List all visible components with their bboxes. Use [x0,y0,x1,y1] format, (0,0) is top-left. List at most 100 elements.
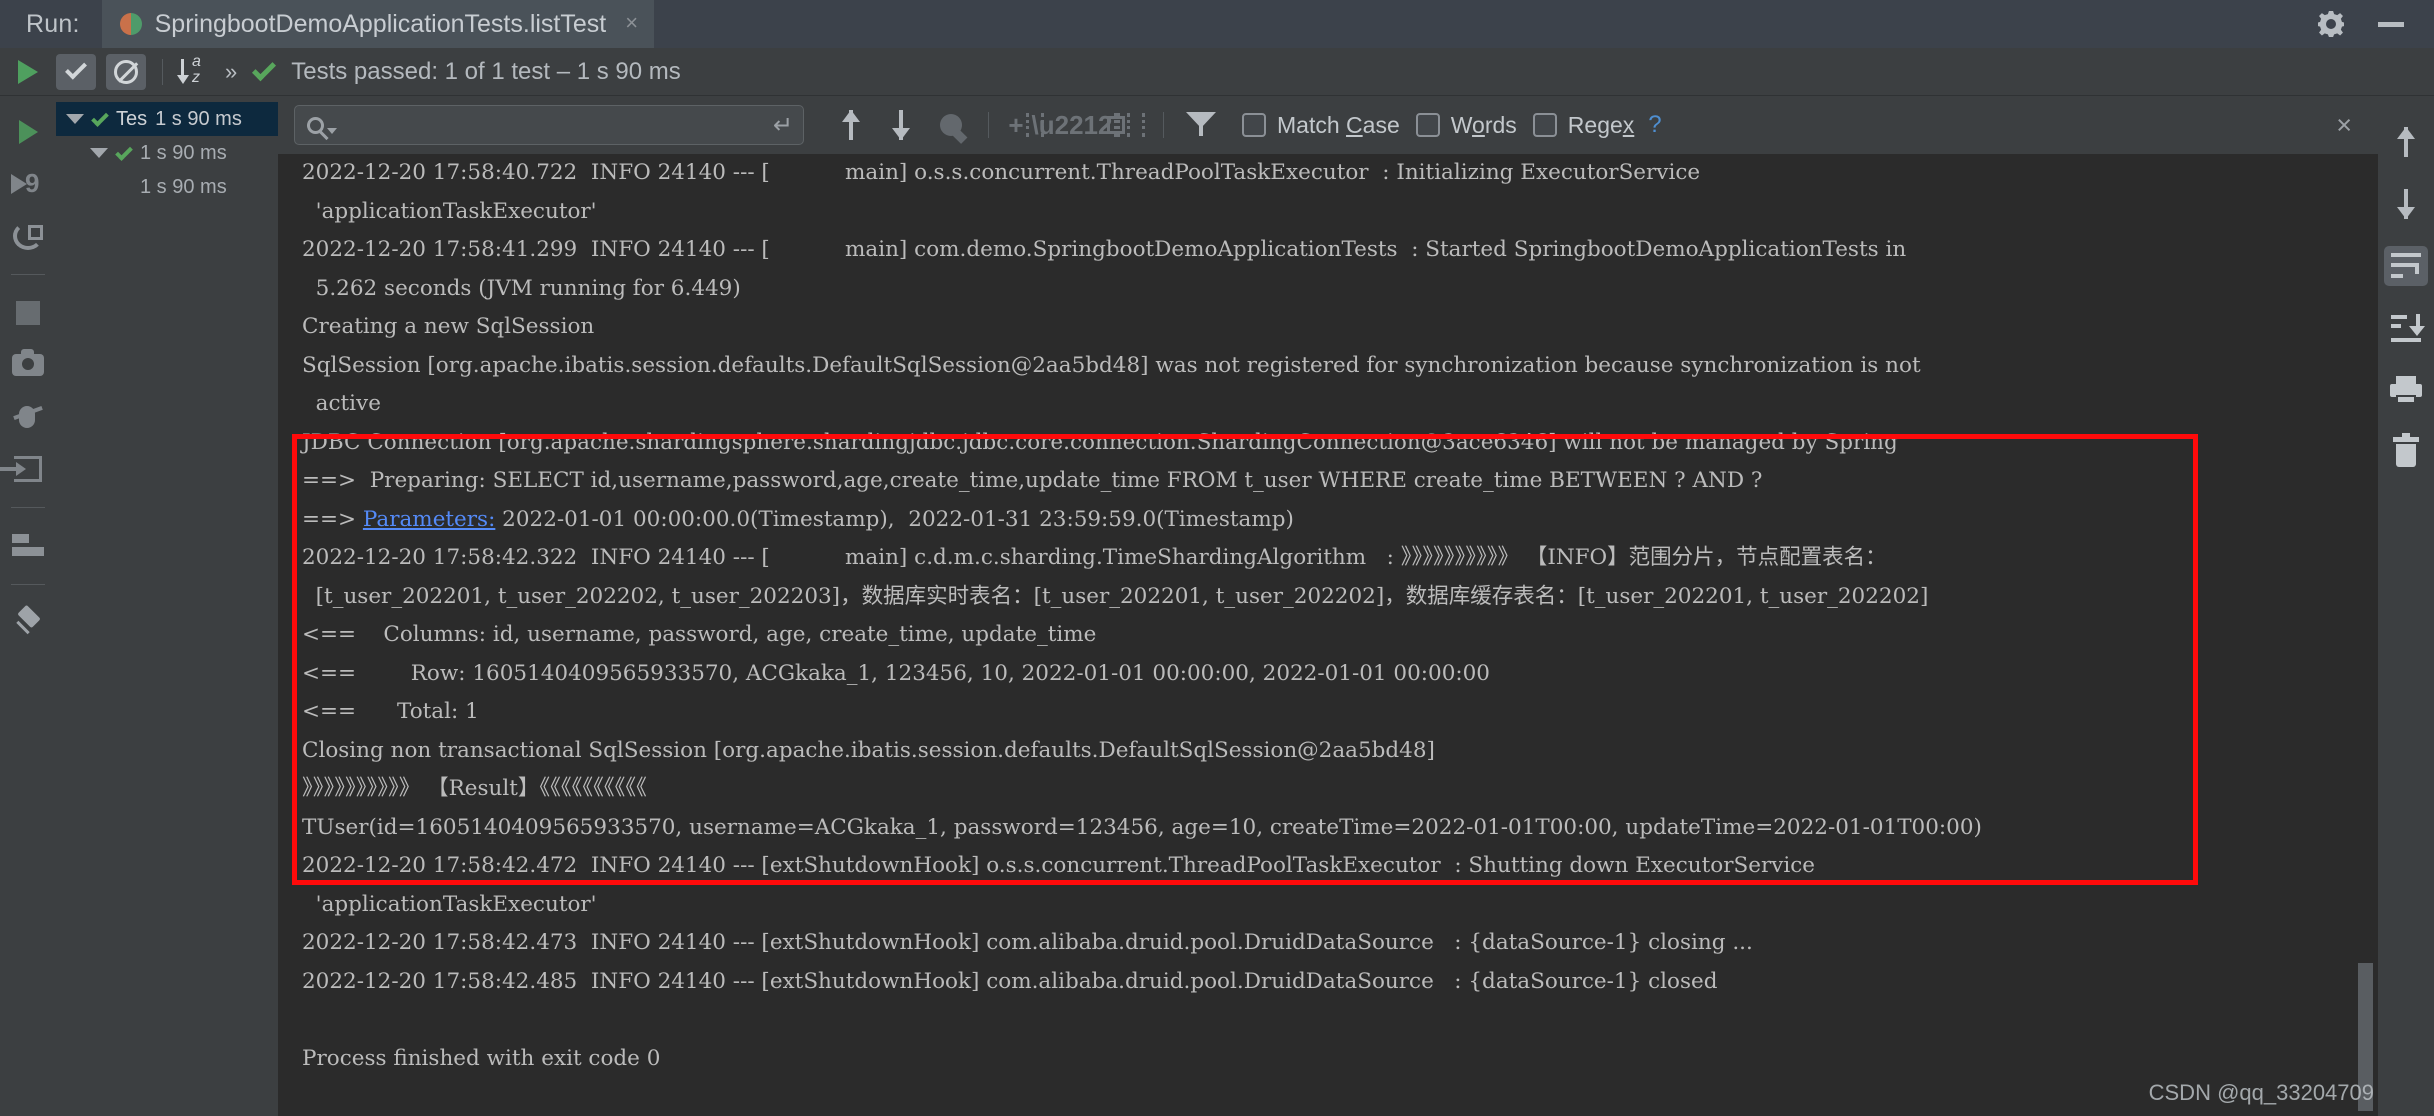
test-passed-icon [115,142,133,161]
console-text: 2022-01-01 00:00:00.0(Timestamp), 2022-0… [495,506,1294,532]
console-line: Process finished with exit code 0 [302,1045,661,1071]
regex-checkbox[interactable]: Regex [1532,111,1635,139]
console-line: <== Row: 1605140409565933570, ACGkaka_1,… [302,660,1490,686]
stop-icon[interactable] [10,295,46,331]
rerun-button[interactable] [0,59,56,84]
scroll-up-icon[interactable] [2384,122,2428,162]
console-line: 'applicationTaskExecutor' [302,891,597,917]
console-line: SqlSession [org.apache.ibatis.session.de… [302,352,1921,378]
console-line: 2022-12-20 17:58:42.322 INFO 24140 --- [… [302,545,1887,570]
close-icon[interactable]: × [619,10,640,39]
sort-alphabetically-icon[interactable]: az [177,53,213,89]
run-icon[interactable] [10,114,46,150]
test-tree-row-root[interactable]: Tes 1 s 90 ms [56,102,278,136]
filter-icon[interactable] [1176,103,1226,147]
console-line: [t_user_202201, t_user_202202, t_user_20… [302,583,1929,609]
console-line: TUser(id=1605140409565933570, username=A… [302,814,1982,840]
run-configuration-tab[interactable]: SpringbootDemoApplicationTests.listTest … [101,0,655,48]
console-line: 2022-12-20 17:58:42.485 INFO 24140 --- [… [302,968,1718,994]
rerun-failed-tests-icon[interactable] [10,166,46,202]
test-results-tree: Tes 1 s 90 ms 1 s 90 ms 1 s 90 ms [56,96,278,1116]
console-line: 2022-12-20 17:58:41.299 INFO 24140 --- [… [302,237,1907,262]
match-case-checkbox[interactable]: Match Case [1242,112,1400,139]
toggle-auto-test-icon[interactable] [10,218,46,254]
console-line: 》》》》》》》》》》 【Result】《《《《《《《《《《 [302,776,654,801]
gear-icon[interactable] [2318,11,2344,37]
console-line: Creating a new SqlSession [302,314,595,339]
window-buttons [2318,0,2434,48]
console-line: JDBC Connection [org.apache.shardingsphe… [302,429,1898,455]
checkbox-box[interactable] [1415,113,1440,137]
soft-wrap-icon[interactable] [2384,246,2428,286]
console-search-toolbar: ↵ + \u2212 Match Case Words Regex ? × [278,96,2378,154]
clear-all-icon[interactable] [2384,432,2428,472]
regex-label: Regex [1567,111,1635,138]
search-field[interactable]: ↵ [294,105,804,145]
checkbox-box[interactable] [1532,113,1557,137]
show-ignored-toggle[interactable] [106,53,146,90]
search-input[interactable] [337,113,773,137]
test-tree-duration: 1 s 90 ms [140,175,227,198]
tests-passed-icon [252,56,277,81]
close-search-icon[interactable]: × [2336,110,2378,141]
next-match-icon[interactable] [876,103,926,147]
console-line: ==> Parameters: 2022-01-01 00:00:00.0(Ti… [278,501,2378,540]
titlebar: Run: SpringbootDemoApplicationTests.list… [0,0,2434,48]
search-icon [307,116,324,134]
console-line: Closing non transactional SqlSession [or… [302,737,1435,763]
console-line: active [302,391,381,416]
scroll-down-icon[interactable] [2384,184,2428,224]
match-case-label: Match Case [1277,111,1400,138]
console-text: ==> [302,506,363,532]
test-tree-row-method[interactable]: 1 s 90 ms [56,170,278,204]
collapse-all-icon[interactable]: \u2212 [1032,103,1121,147]
previous-match-icon[interactable] [826,103,876,147]
run-window-label: Run: [26,9,80,38]
regex-help-icon[interactable]: ? [1648,111,1661,139]
console-line: <== Columns: id, username, password, age… [302,622,1097,647]
console-line: 2022-12-20 17:58:42.472 INFO 24140 --- [… [302,853,1816,878]
console-right-toolbar [2378,96,2434,1116]
camera-snapshot-icon[interactable] [10,347,46,383]
run-toolbar: az » Tests passed: 1 of 1 test – 1 s 90 … [0,48,2434,96]
layout-settings-icon[interactable] [10,528,46,564]
console-line: 'applicationTaskExecutor' [302,198,597,224]
console-output[interactable]: 2022-12-20 17:58:40.722 INFO 24140 --- [… [278,154,2378,1116]
tests-passed-status: Tests passed: 1 of 1 test – 1 s 90 ms [291,57,681,85]
select-all-occurrences-icon[interactable] [926,103,976,147]
watermark: CSDN @qq_33204709 [2148,1080,2374,1105]
minimize-icon[interactable] [2378,21,2404,27]
divider [11,584,45,585]
more-options-icon[interactable]: » [225,59,237,85]
junit-test-icon [119,13,142,35]
export-import-icon[interactable] [0,451,46,487]
run-tool-window: Run: SpringbootDemoApplicationTests.list… [0,0,2434,1116]
chevron-down-icon[interactable] [90,148,108,158]
test-passed-icon [91,108,109,127]
tab-title: SpringbootDemoApplicationTests.listTest [154,9,607,38]
select-lines-icon[interactable] [1101,103,1151,147]
debug-icon[interactable] [10,399,46,435]
checkbox-box[interactable] [1242,113,1266,137]
test-tree-row-class[interactable]: 1 s 90 ms [56,136,278,170]
chevron-down-icon[interactable] [66,114,84,124]
console-line: 2022-12-20 17:58:42.473 INFO 24140 --- [… [302,930,1753,955]
left-toolbar [0,96,56,1116]
console-line: 5.262 seconds (JVM running for 6.449) [302,275,741,301]
console-line: 2022-12-20 17:58:40.722 INFO 24140 --- [… [302,160,1701,185]
chevron-down-icon[interactable] [327,128,337,134]
scroll-to-end-icon[interactable] [2384,308,2428,348]
test-tree-duration: 1 s 90 ms [155,107,242,130]
divider [11,274,45,275]
console-line: ==> Preparing: SELECT id,username,passwo… [302,468,1763,493]
parameters-link[interactable]: Parameters: [363,507,495,532]
print-icon[interactable] [2384,370,2428,410]
words-label: Words [1450,111,1517,138]
divider [11,507,45,508]
show-passed-toggle[interactable] [56,53,96,90]
test-tree-duration: 1 s 90 ms [140,141,227,164]
words-checkbox[interactable]: Words [1415,111,1517,139]
enter-icon[interactable]: ↵ [773,111,793,140]
pin-tab-icon[interactable] [10,605,46,641]
